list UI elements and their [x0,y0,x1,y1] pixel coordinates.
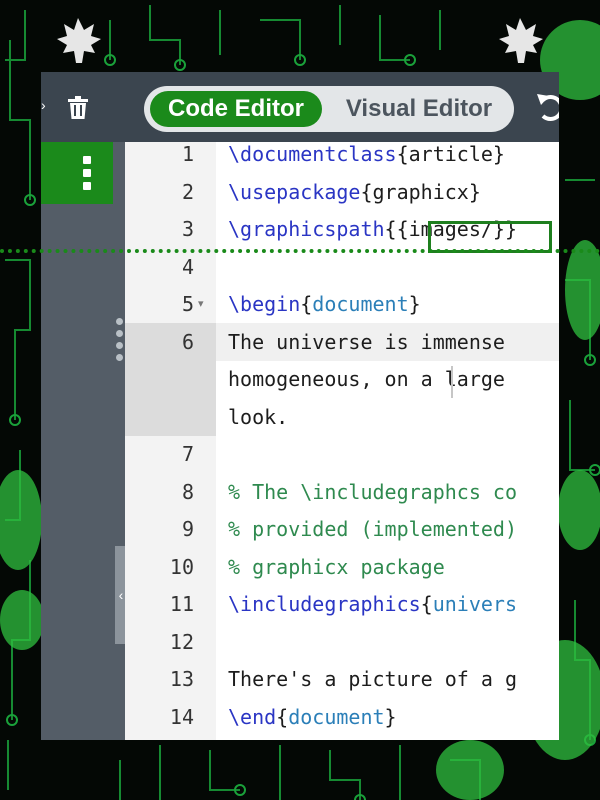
line-number: 3 [181,217,194,241]
code-line[interactable]: 9 % provided (implemented) [125,511,559,549]
code-text: % The \includegraphcs co [228,474,517,512]
code-token: { [276,704,289,729]
code-token: \end [228,704,277,729]
code-token: The universe is immense [228,329,505,354]
fold-arrow-icon[interactable]: ▾ [198,286,210,324]
code-text: \usepackage{graphicx} [228,174,481,212]
code-token: % The \includegraphcs co [228,479,517,504]
line-number: 6 [181,329,194,354]
chevron-right-icon[interactable]: › [41,97,46,113]
code-line[interactable]: 12 [125,624,559,662]
code-token: document [312,292,409,316]
line-number: 11 [169,592,194,616]
code-line[interactable]: 4 [125,249,559,287]
code-line[interactable]: look. [125,399,559,437]
code-line[interactable]: 10 % graphicx package [125,549,559,587]
code-text: homogeneous, on a large [228,361,505,399]
code-text: \includegraphics{univers [228,586,517,624]
code-line[interactable]: homogeneous, on a large [125,361,559,399]
code-token: {graphicx} [360,179,481,204]
code-text: \documentclass{article} [228,136,505,174]
code-line[interactable]: 5 ▾ \begin{document} [125,286,559,324]
line-number: 5 [181,292,194,316]
line-number: 1 [181,142,194,166]
code-token: } [384,704,397,729]
code-line[interactable]: 11 \includegraphics{univers [125,586,559,624]
code-token: univers [432,592,517,616]
code-token: look. [228,404,289,429]
code-text: \end{document} [228,699,397,737]
undo-icon[interactable] [537,90,559,124]
code-text: There's a picture of a g [228,661,517,699]
code-token: } [408,292,421,316]
line-number: 4 [181,254,194,279]
code-line[interactable]: 7 [125,436,559,474]
code-text: % graphicx package [228,549,445,587]
line-number: 10 [169,554,194,579]
line-number: 2 [181,179,194,204]
line-number [125,399,194,437]
code-token: document [288,704,385,729]
code-line[interactable]: 2 \usepackage{graphicx} [125,174,559,212]
line-number: 13 [169,667,194,691]
code-text: \begin{document} [228,286,421,324]
code-token: \includegraphics [228,592,421,616]
code-token: { [420,592,433,616]
trash-icon[interactable] [67,96,89,120]
code-token: \begin [228,292,301,316]
code-line[interactable]: 6 The universe is immense [125,324,559,362]
visual-editor-tab[interactable]: Visual Editor [330,91,508,127]
code-token: There's a picture of a g [228,667,517,691]
text-cursor [451,366,453,398]
vertical-dots-icon [83,156,91,190]
code-token: {article} [396,142,505,166]
line-number: 9 [181,517,194,541]
code-token: % provided (implemented) [228,517,517,541]
code-token: \documentclass [228,142,397,166]
code-token: { [300,292,313,316]
code-token: % graphicx package [228,554,445,579]
line-number [125,361,194,399]
resize-grip-icon[interactable] [116,318,123,362]
code-text: look. [228,399,288,437]
code-text: The universe is immense [228,324,505,362]
editor-toolbar: › Code Editor Visual Editor [41,72,559,142]
sidebar-menu-button[interactable] [41,142,113,204]
code-token: homogeneous, on a large [228,367,505,391]
code-line[interactable]: 8 % The \includegraphcs co [125,474,559,512]
annotation-dotted-line [0,249,600,253]
left-sidebar-rail: ‹ [41,142,127,740]
code-editor-tab[interactable]: Code Editor [150,91,322,127]
code-token: \usepackage [228,179,361,204]
line-number: 7 [181,442,194,466]
line-number: 14 [169,704,194,729]
code-text: % provided (implemented) [228,511,517,549]
code-token: \graphicspath [228,217,385,241]
line-number: 8 [181,479,194,504]
overleaf-editor-window: › Code Editor Visual Editor ‹ 1 \document… [41,72,559,740]
code-line[interactable]: 1 \documentclass{article} [125,136,559,174]
code-line[interactable]: 14 \end{document} [125,699,559,737]
editor-mode-toggle: Code Editor Visual Editor [144,86,514,132]
code-line[interactable]: 13 There's a picture of a g [125,661,559,699]
line-number: 12 [169,629,194,654]
